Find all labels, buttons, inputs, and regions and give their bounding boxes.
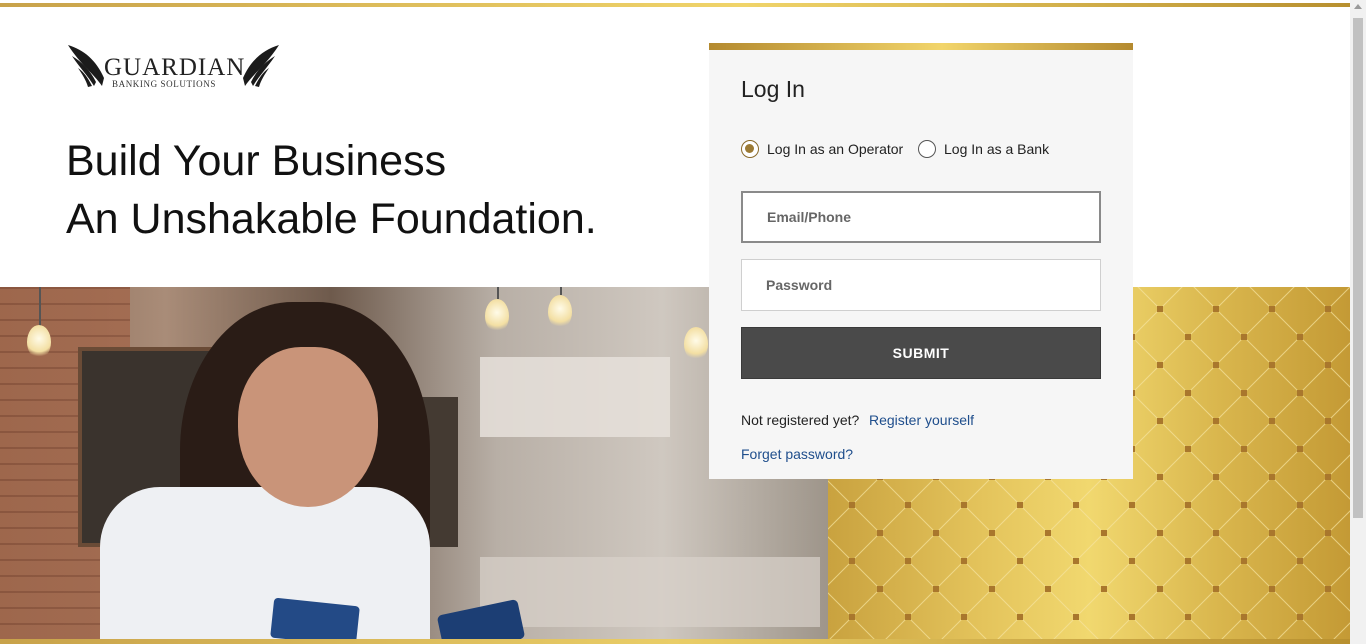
counter-shelf [480, 557, 820, 627]
forgot-password-link[interactable]: Forget password? [741, 446, 853, 462]
hero-line-2: An Unshakable Foundation. [66, 195, 597, 243]
submit-button[interactable]: SUBMIT [741, 327, 1101, 379]
light-bulb [485, 299, 509, 333]
woman-shirt [100, 487, 430, 639]
email-field[interactable] [741, 191, 1101, 243]
cafe-window [480, 357, 670, 437]
guardian-logo[interactable]: GUARDIAN BANKING SOLUTIONS [66, 42, 281, 92]
not-registered-text: Not registered yet? [741, 412, 860, 428]
lamp-wire [497, 287, 499, 299]
login-title: Log In [741, 76, 805, 102]
login-panel: Log In Log In as an Operator Log In as a… [709, 43, 1133, 479]
panel-gold-bar [709, 43, 1133, 50]
radio-operator[interactable]: Log In as an Operator [741, 140, 903, 158]
radio-operator-label: Log In as an Operator [767, 141, 904, 157]
light-bulb [548, 295, 572, 329]
light-bulb [27, 325, 51, 359]
hero-photo [0, 287, 828, 639]
top-gold-bar [0, 3, 1350, 7]
password-field[interactable] [741, 259, 1101, 311]
light-bulb [684, 327, 708, 361]
lamp-wire [39, 287, 41, 327]
radio-operator-control[interactable] [741, 140, 759, 158]
logo-subtitle: BANKING SOLUTIONS [112, 79, 216, 89]
bottom-gold-bar [0, 639, 1350, 644]
logo-name: GUARDIAN [104, 54, 246, 81]
woman-face [238, 347, 378, 507]
vertical-scrollbar[interactable] [1350, 0, 1366, 644]
radio-bank-label: Log In as a Bank [944, 141, 1050, 157]
radio-bank-control[interactable] [918, 140, 936, 158]
hero-line-1: Build Your Business [66, 137, 447, 185]
scroll-thumb[interactable] [1353, 18, 1363, 518]
hero-headline: Build Your Business An Unshakable Founda… [66, 132, 597, 248]
radio-bank[interactable]: Log In as a Bank [918, 140, 1049, 158]
lamp-wire [560, 287, 562, 295]
scroll-up-arrow-icon[interactable] [1354, 4, 1362, 9]
register-link[interactable]: Register yourself [869, 412, 974, 428]
